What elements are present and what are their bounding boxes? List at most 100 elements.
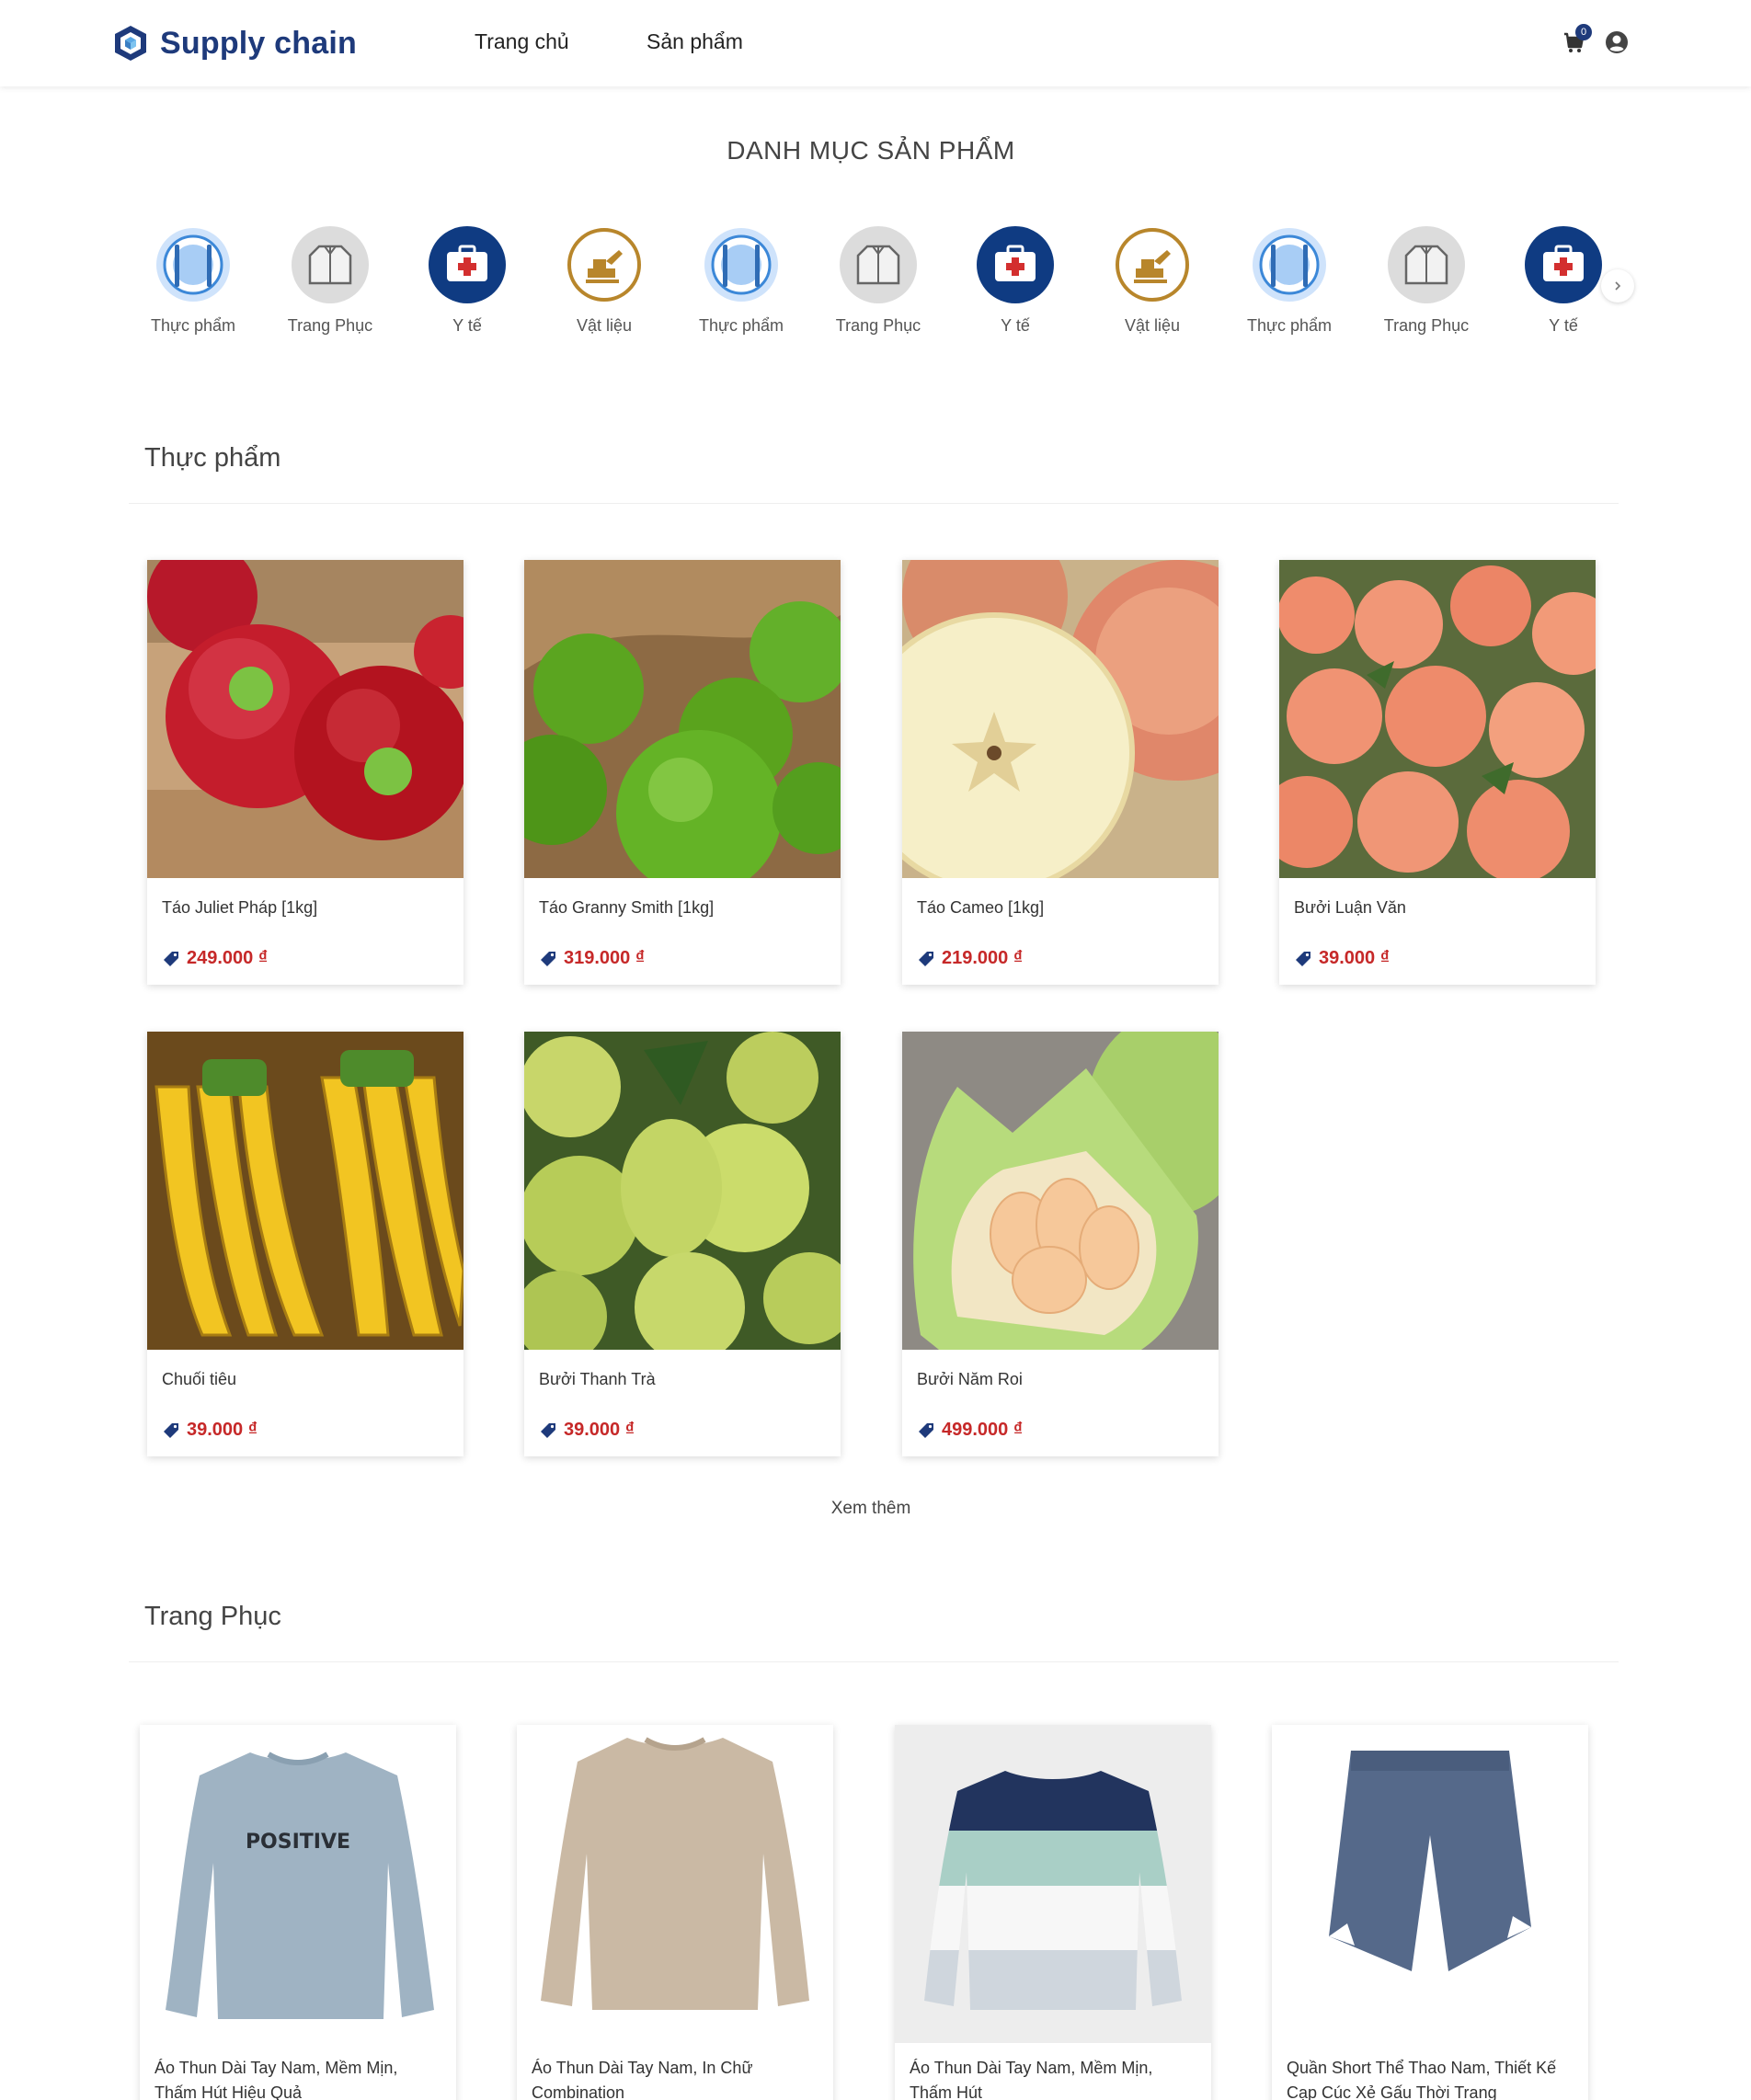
product-name: Bưởi Luận Văn — [1294, 898, 1406, 917]
product-card[interactable]: Táo Granny Smith [1kg] 319.000 ₫ — [524, 560, 841, 985]
category-materials[interactable]: Vật liệu — [549, 226, 659, 336]
product-image-beige-longsleeve-shirt — [517, 1725, 833, 2043]
product-card[interactable]: Bưởi Luận Văn 39.000 ₫ — [1279, 560, 1596, 985]
product-price: 39.000 ₫ — [1294, 948, 1390, 969]
product-price-value: 39.000 ₫ — [564, 1420, 635, 1440]
product-image-blue-longsleeve-shirt: POSITIVE — [140, 1725, 456, 2043]
product-price-value: 219.000 ₫ — [942, 948, 1024, 968]
category-clothing[interactable]: Trang Phục — [1371, 226, 1482, 336]
product-name: Bưởi Thanh Trà — [539, 1370, 656, 1388]
product-name: Bưởi Năm Roi — [917, 1370, 1023, 1388]
product-name: Áo Thun Dài Tay Nam, Mềm Mịn, Thấm Hút H… — [154, 2059, 398, 2100]
product-card[interactable]: POSITIVE Áo Thun Dài Tay Nam, Mềm Mịn, T… — [140, 1725, 456, 2100]
product-image-cut-apple — [902, 560, 1219, 878]
category-clothing[interactable]: Trang Phục — [823, 226, 933, 336]
price-tag-icon — [164, 951, 178, 966]
jacket-icon — [292, 226, 369, 303]
category-clothing[interactable]: Trang Phục — [275, 226, 385, 336]
price-tag-icon — [919, 1422, 933, 1438]
cart-button[interactable]: 0 — [1561, 24, 1592, 55]
product-card[interactable]: Áo Thun Dài Tay Nam, Mềm Mịn, Thấm Hút — [895, 1725, 1211, 2100]
product-image-striped-longsleeve-shirt — [895, 1725, 1211, 2043]
price-tag-icon — [1296, 951, 1310, 966]
product-image-green-pomelos — [524, 1032, 841, 1350]
category-label: Thực phẩm — [1246, 316, 1333, 335]
category-food[interactable]: Thực phẩm — [138, 226, 248, 336]
category-food[interactable]: Thực phẩm — [1234, 226, 1345, 336]
product-price: 219.000 ₫ — [917, 948, 1023, 969]
medical-kit-icon — [977, 226, 1054, 303]
product-name: Áo Thun Dài Tay Nam, In Chữ Combination — [532, 2059, 753, 2100]
product-image-pink-pomelos — [1279, 560, 1596, 878]
product-price: 39.000 ₫ — [539, 1420, 635, 1441]
category-label: Thực phẩm — [698, 316, 784, 335]
product-name: Táo Granny Smith [1kg] — [539, 898, 715, 917]
category-materials[interactable]: Vật liệu — [1097, 226, 1207, 336]
nav-home-link[interactable]: Trang chủ — [475, 29, 569, 54]
product-price: 319.000 ₫ — [539, 948, 645, 969]
product-card[interactable]: Quần Short Thể Thao Nam, Thiết Kế Cạp Cú… — [1272, 1725, 1588, 2100]
product-name: Táo Juliet Pháp [1kg] — [162, 898, 318, 917]
category-label: Y tế — [452, 316, 482, 335]
product-card[interactable]: Bưởi Năm Roi 499.000 ₫ — [902, 1032, 1219, 1456]
category-food[interactable]: Thực phẩm — [686, 226, 796, 336]
logo[interactable]: Supply chain — [112, 20, 357, 66]
product-image-navy-shorts — [1272, 1725, 1588, 2043]
product-card[interactable]: Bưởi Thanh Trà 39.000 ₫ — [524, 1032, 841, 1456]
see-more-link[interactable]: Xem thêm — [0, 1499, 1742, 1519]
chevron-right-icon — [1615, 281, 1621, 291]
price-tag-icon — [541, 951, 555, 966]
product-price-value: 39.000 ₫ — [1319, 948, 1390, 968]
product-name: Táo Cameo [1kg] — [917, 898, 1045, 917]
product-image-green-apples — [524, 560, 841, 878]
medical-kit-icon — [429, 226, 506, 303]
product-name: Quần Short Thể Thao Nam, Thiết Kế Cạp Cú… — [1287, 2059, 1557, 2100]
product-price-value: 39.000 ₫ — [187, 1420, 258, 1440]
user-icon — [1606, 31, 1628, 53]
site-header: Supply chain Trang chủ Sản phẩm 0 — [0, 0, 1751, 86]
product-card[interactable]: Táo Juliet Pháp [1kg] 249.000 ₫ — [147, 560, 464, 985]
nav-products-link[interactable]: Sản phẩm — [647, 29, 743, 54]
product-price-value: 319.000 ₫ — [564, 948, 646, 968]
category-label: Trang Phục — [1383, 316, 1470, 335]
carousel-next-button[interactable] — [1601, 269, 1634, 302]
cube-logo-icon — [115, 26, 146, 61]
product-image-bananas — [147, 1032, 464, 1350]
logo-text: Supply chain — [160, 25, 357, 61]
category-label: Y tế — [1549, 316, 1578, 335]
product-card[interactable]: Áo Thun Dài Tay Nam, In Chữ Combination — [517, 1725, 833, 2100]
price-tag-icon — [541, 1422, 555, 1438]
jacket-icon — [1388, 226, 1465, 303]
food-section-title: Thực phẩm — [144, 443, 281, 473]
product-card[interactable]: Chuối tiêu 39.000 ₫ — [147, 1032, 464, 1456]
product-price: 499.000 ₫ — [917, 1420, 1023, 1441]
category-medical[interactable]: Y tế — [960, 226, 1070, 336]
product-price-value: 499.000 ₫ — [942, 1420, 1024, 1440]
product-price: 39.000 ₫ — [162, 1420, 258, 1441]
product-card[interactable]: Táo Cameo [1kg] 219.000 ₫ — [902, 560, 1219, 985]
section-divider — [129, 1661, 1619, 1662]
price-tag-icon — [919, 951, 933, 966]
category-section-title: DANH MỤC SẢN PHẨM — [727, 136, 1015, 165]
price-tag-icon — [164, 1422, 178, 1438]
excavator-icon — [566, 226, 643, 303]
excavator-icon — [1114, 226, 1191, 303]
category-label: Y tế — [1001, 316, 1030, 335]
category-label: Trang Phục — [835, 316, 921, 335]
category-label: Vật liệu — [1124, 316, 1181, 335]
category-medical[interactable]: Y tế — [412, 226, 522, 336]
category-label: Trang Phục — [287, 316, 373, 335]
product-price-value: 249.000 ₫ — [187, 948, 269, 968]
product-image-peeled-pomelo — [902, 1032, 1219, 1350]
product-price: 249.000 ₫ — [162, 948, 268, 969]
jacket-icon — [840, 226, 917, 303]
food-icon — [703, 226, 780, 303]
food-icon — [154, 226, 232, 303]
account-button[interactable] — [1604, 29, 1630, 55]
medical-kit-icon — [1525, 226, 1602, 303]
product-name: Chuối tiêu — [162, 1370, 237, 1388]
cart-count-badge: 0 — [1575, 24, 1592, 40]
category-carousel: Thực phẩm Trang Phục Y tế Vật liệu Thực … — [138, 226, 1646, 346]
shirt-print-text: POSITIVE — [246, 1831, 350, 1854]
category-label: Thực phẩm — [150, 316, 236, 335]
